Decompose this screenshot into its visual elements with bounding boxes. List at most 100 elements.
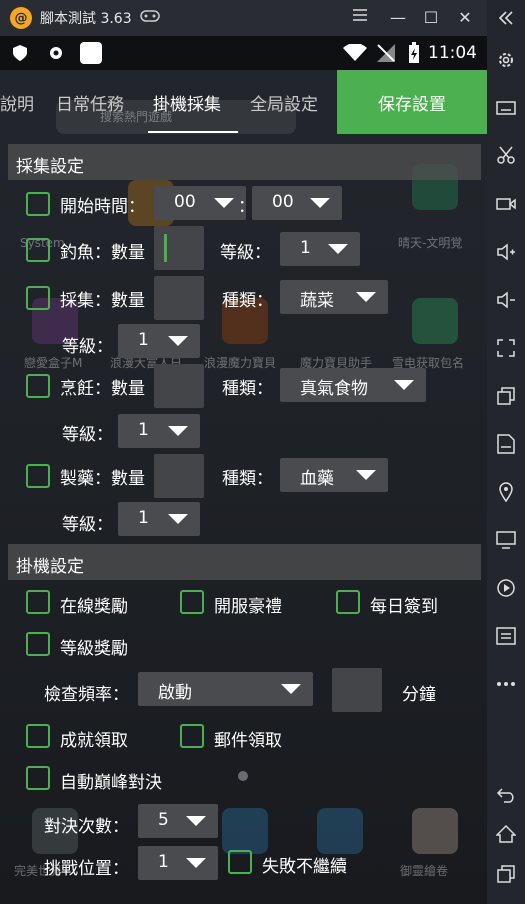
screen-icon[interactable] [494,528,518,552]
fail-stop-checkbox[interactable] [228,850,252,874]
chevron-down-icon [394,380,414,390]
online-reward-label: 在線獎勵 [60,597,128,617]
duel-count-dropdown[interactable]: 5 [138,804,218,838]
gather-level-label: 等級： [62,337,113,357]
fullscreen-icon[interactable] [494,336,518,360]
gather-level-dropdown[interactable]: 1 [118,324,200,358]
menu-icon[interactable] [348,6,372,30]
chevron-down-icon [281,684,301,694]
record-icon[interactable] [494,192,518,216]
tab-help[interactable]: 說明 [0,90,34,115]
challenge-position-label: 挑戰位置： [44,859,129,879]
section-header-collect: 採集設定 [8,144,481,180]
check-frequency-dropdown[interactable]: 啟動 [138,672,313,706]
keyboard-icon[interactable] [494,96,518,120]
gather-label: 採集：數量 [60,291,145,311]
section-title: 採集設定 [16,157,84,177]
no-signal-icon [376,43,396,67]
level-reward-checkbox[interactable] [26,632,50,656]
minutes-label: 分鐘 [402,685,436,705]
tab-daily-tasks[interactable]: 日常任務 [56,90,124,115]
chevron-down-icon [186,858,206,868]
pharmacy-label: 製藥：數量 [60,469,145,489]
back-icon[interactable] [494,782,518,806]
home-icon[interactable] [494,822,518,846]
collapse-icon[interactable] [494,6,518,30]
achievement-claim-checkbox[interactable] [26,724,50,748]
gamepad-icon[interactable] [139,9,160,27]
start-minute-dropdown[interactable]: 00 [252,186,342,220]
chevron-down-icon [168,514,188,524]
active-tab-indicator [148,131,238,133]
chevron-down-icon [356,292,376,302]
cooking-quantity-input[interactable] [154,364,204,408]
online-reward-checkbox[interactable] [26,590,50,614]
daily-checkin-checkbox[interactable] [336,590,360,614]
multi-instance-icon[interactable] [494,384,518,408]
scissors-icon[interactable] [494,143,518,167]
chevron-down-icon [310,198,330,208]
background-app-label: 御靈繪卷 [400,864,449,878]
pharmacy-level-dropdown[interactable]: 1 [118,502,200,536]
volume-down-icon[interactable] [494,288,518,312]
chevron-down-icon [214,198,234,208]
save-settings-button[interactable]: 保存設置 [337,70,487,134]
minimize-button[interactable]: — [386,6,410,30]
app-notification-icon [80,42,102,64]
cooking-checkbox[interactable] [26,374,50,398]
fishing-level-dropdown[interactable]: 1 [280,232,360,266]
location-icon[interactable] [494,480,518,504]
tab-idle-collect[interactable]: 掛機採集 [153,90,221,115]
cooking-level-label: 等級： [62,425,113,445]
chevron-down-icon [168,336,188,346]
tab-global-settings[interactable]: 全局設定 [250,90,318,115]
pharmacy-type-dropdown[interactable]: 血藥 [280,458,388,492]
recent-apps-icon[interactable] [494,862,518,886]
status-time: 11:04 [428,43,477,63]
android-screen: 11:04 搜索熱門遊戲 System 晴天-文明覚 戀愛盒子M 浪漫大富人日 … [0,36,487,904]
chevron-down-icon [168,426,188,436]
emulator-title-bar: @ 腳本測試 3.63 — ☐ ✕ [0,0,525,36]
duel-count-label: 對決次數： [44,817,129,837]
shield-icon [12,44,28,66]
gather-quantity-input[interactable] [154,276,204,320]
cooking-level-dropdown[interactable]: 1 [118,414,200,448]
more-icon[interactable] [494,672,518,696]
auto-peak-duel-label: 自動巔峰對決 [60,773,162,793]
mail-claim-checkbox[interactable] [180,724,204,748]
check-minutes-input[interactable] [332,668,382,712]
server-gift-label: 開服豪禮 [214,597,282,617]
section-header-idle: 掛機設定 [8,544,481,580]
sync-icon[interactable] [494,624,518,648]
server-gift-checkbox[interactable] [180,590,204,614]
close-button[interactable]: ✕ [453,6,477,30]
page-indicator-dot [238,771,248,781]
fail-stop-label: 失敗不繼續 [262,857,347,877]
replay-icon[interactable] [494,576,518,600]
background-app-label: 浪漫魔力寶貝 [204,356,277,370]
background-app-icon [222,808,268,854]
maximize-button[interactable]: ☐ [419,6,443,30]
cooking-label: 烹飪：數量 [60,379,145,399]
fishing-checkbox[interactable] [26,238,50,262]
auto-peak-duel-checkbox[interactable] [26,766,50,790]
background-app-icon [412,808,458,854]
background-app-label: 晴天-文明覚 [398,236,463,250]
gather-checkbox[interactable] [26,286,50,310]
start-hour-dropdown[interactable]: 00 [154,186,246,220]
challenge-position-dropdown[interactable]: 1 [138,846,218,880]
battery-icon [408,42,420,68]
volume-up-icon[interactable] [494,240,518,264]
pharmacy-quantity-input[interactable] [154,454,204,498]
daily-checkin-label: 每日簽到 [370,597,438,617]
wifi-icon [343,43,367,66]
gather-type-dropdown[interactable]: 蔬菜 [280,280,388,314]
pharmacy-checkbox[interactable] [26,464,50,488]
section-title: 掛機設定 [16,557,84,577]
chevron-down-icon [328,244,348,254]
start-time-checkbox[interactable] [26,192,50,216]
gear-icon[interactable] [494,48,518,72]
cooking-type-dropdown[interactable]: 真氣食物 [280,368,426,402]
fishing-quantity-input[interactable] [154,226,204,270]
apk-icon[interactable] [494,432,518,456]
